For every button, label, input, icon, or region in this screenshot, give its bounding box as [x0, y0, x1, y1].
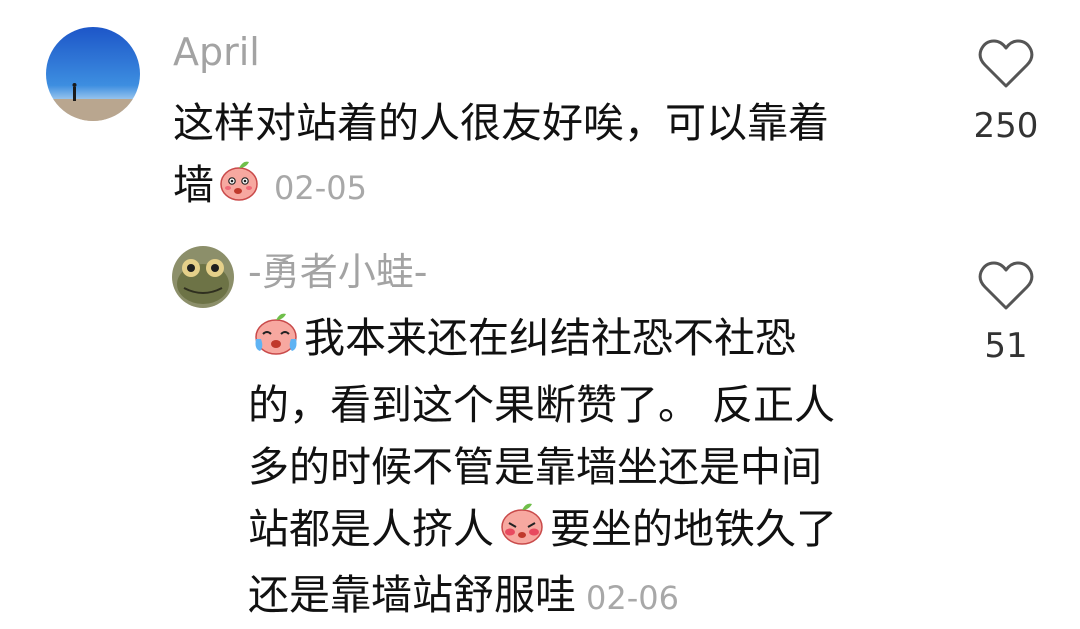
avatar-reply-user[interactable] — [172, 246, 234, 308]
comment-text-line: 墙 02-05 — [173, 154, 933, 219]
reply-text-fragment: 我本来还在纠结社恐不社恐 — [304, 314, 796, 362]
avatar-image — [172, 246, 234, 308]
reply-date: 02-06 — [586, 579, 679, 617]
comment-text-fragment: 墙 — [173, 161, 214, 209]
reply-text-line: 我本来还在纠结社恐不社恐 — [248, 307, 928, 374]
reply-username[interactable]: -勇者小蛙- — [248, 250, 427, 294]
reply-like-button[interactable] — [946, 260, 1066, 316]
reply-like-count: 51 — [984, 326, 1028, 366]
comment-date: 02-05 — [274, 169, 367, 207]
reply-text-fragment: 还是靠墙站舒服哇 — [248, 571, 576, 619]
like-count: 250 — [973, 106, 1039, 146]
reply-text-line: 还是靠墙站舒服哇 02-06 — [248, 564, 928, 629]
heart-outline-icon — [978, 261, 1034, 310]
comment-text: 这样对站着的人很友好唉，可以靠着 墙 02-05 — [173, 92, 933, 219]
reply-text-line: 多的时候不管是靠墙坐还是中间 — [248, 442, 822, 491]
like-button[interactable] — [946, 38, 1066, 94]
crying-peach-emoji — [250, 309, 302, 374]
comment-text-line: 这样对站着的人很友好唉，可以靠着 — [173, 99, 829, 147]
avatar-image — [46, 27, 140, 121]
comment-username[interactable]: April — [173, 30, 260, 74]
peach-face-emoji — [216, 157, 262, 219]
heart-outline-icon — [978, 39, 1034, 88]
reply-text: 我本来还在纠结社恐不社恐 的，看到这个果断赞了。 反正人 多的时候不管是靠墙坐还… — [248, 307, 928, 629]
reply-text-line: 的，看到这个果断赞了。 反正人 — [248, 380, 836, 429]
avatar-april[interactable] — [46, 27, 140, 121]
reply-text-fragment: 要坐的地铁久了 — [550, 504, 837, 553]
reply-text-line: 站都是人挤人 要坐的地铁久了 — [248, 498, 928, 565]
shy-peach-emoji — [496, 499, 548, 564]
reply-text-fragment: 站都是人挤人 — [248, 504, 494, 553]
